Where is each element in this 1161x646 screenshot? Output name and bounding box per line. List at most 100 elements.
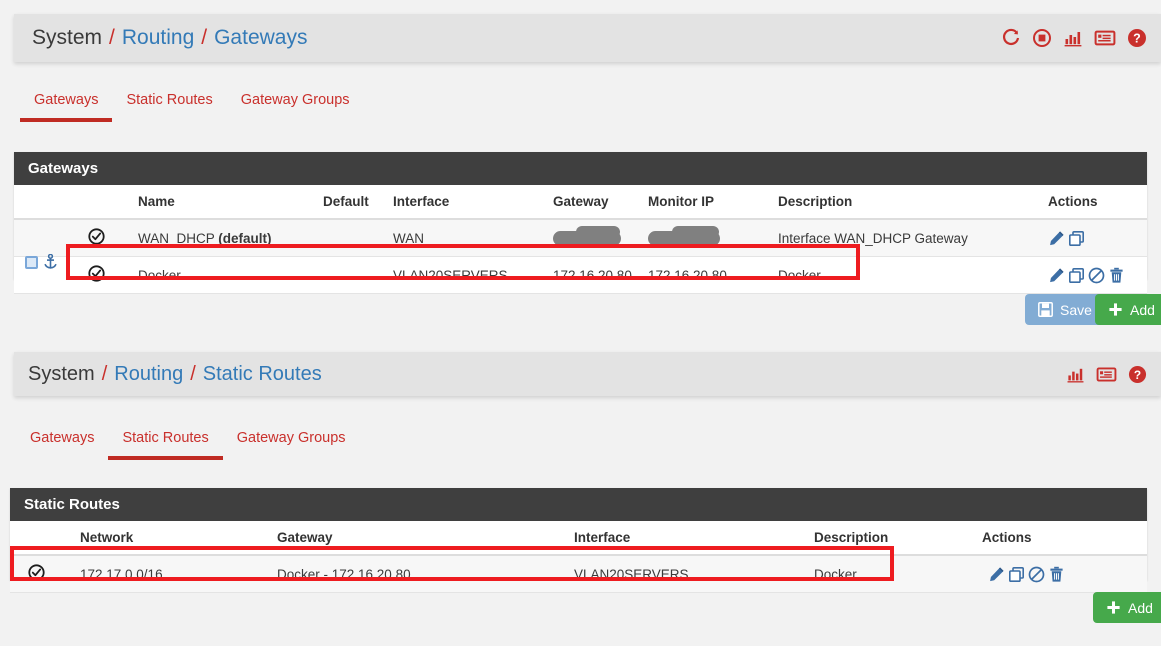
svg-text:?: ?	[1134, 367, 1141, 381]
col-actions: Actions	[978, 521, 1147, 556]
header-icon-group-gateways: ?	[1001, 28, 1147, 48]
add-button-label: Add	[1130, 301, 1155, 318]
col-default: Default	[319, 185, 389, 220]
add-static-route-button[interactable]: Add	[1093, 592, 1161, 623]
breadcrumb-separator: /	[101, 362, 108, 385]
edit-icon[interactable]	[988, 566, 1005, 583]
row-name-cell: WAN_DHCP (default)	[134, 219, 319, 257]
row-actions-cell	[978, 555, 1147, 593]
table-row[interactable]: 172.17.0.0/16 Docker - 172.16.20.80 VLAN…	[10, 555, 1147, 593]
row-action-group	[988, 566, 1143, 583]
breadcrumb-separator: /	[109, 26, 115, 49]
tab-gateway-groups[interactable]: Gateway Groups	[223, 430, 360, 460]
breadcrumb-item-static-routes[interactable]: Static Routes	[203, 363, 322, 386]
help-icon[interactable]: ?	[1128, 365, 1147, 384]
col-gutter	[14, 185, 84, 220]
col-interface: Interface	[570, 521, 810, 556]
gateways-panel: Gateways Name Default Interface Gateway …	[14, 152, 1147, 294]
breadcrumb-static-routes: System / Routing / Static Routes	[28, 363, 322, 386]
refresh-icon[interactable]	[1001, 28, 1021, 48]
col-description: Description	[810, 521, 978, 556]
copy-icon[interactable]	[1008, 566, 1025, 583]
plus-icon	[1106, 600, 1121, 615]
static-routes-panel-title: Static Routes	[10, 488, 1147, 521]
edit-icon[interactable]	[1048, 267, 1065, 284]
edit-icon[interactable]	[1048, 230, 1065, 247]
check-circle-icon	[28, 564, 45, 581]
redacted-gateway-value	[553, 225, 621, 246]
tab-gateways[interactable]: Gateways	[20, 92, 113, 122]
tab-bar-gateways: Gateways Static Routes Gateway Groups	[20, 92, 364, 122]
row-select-checkbox[interactable]	[25, 255, 38, 269]
gateway-name: WAN_DHCP	[138, 230, 215, 246]
svg-text:?: ?	[1133, 32, 1141, 46]
table-row[interactable]: WAN_DHCP (default) WAN Interface WAN_DHC…	[14, 219, 1147, 257]
tab-static-routes[interactable]: Static Routes	[112, 92, 226, 122]
row-gutter-controls	[25, 254, 58, 270]
row-description-cell: Interface WAN_DHCP Gateway	[774, 219, 1044, 257]
col-status	[10, 521, 76, 556]
disable-icon[interactable]	[1088, 267, 1105, 284]
col-actions: Actions	[1044, 185, 1147, 220]
breadcrumb-item-gateways[interactable]: Gateways	[214, 26, 307, 50]
add-button-label: Add	[1128, 599, 1153, 616]
row-monitor-ip-cell	[644, 219, 774, 257]
breadcrumb-separator: /	[201, 26, 208, 49]
col-gateway: Gateway	[549, 185, 644, 220]
add-gateway-button[interactable]: Add	[1095, 294, 1161, 325]
col-name: Name	[134, 185, 319, 220]
col-status	[84, 185, 134, 220]
row-action-group	[1048, 230, 1143, 247]
breadcrumb-item-routing[interactable]: Routing	[122, 26, 194, 50]
tab-gateways[interactable]: Gateways	[16, 430, 108, 460]
tab-static-routes[interactable]: Static Routes	[108, 430, 223, 460]
row-network-cell: 172.17.0.0/16	[76, 555, 273, 593]
row-gutter-cell	[14, 219, 84, 257]
log-icon[interactable]	[1096, 365, 1117, 384]
gateways-panel-title: Gateways	[14, 152, 1147, 185]
row-gateway-cell: 172.16.20.80	[549, 256, 644, 294]
row-status-cell	[84, 256, 134, 294]
row-status-cell	[84, 219, 134, 257]
tab-label: Gateway Groups	[236, 430, 346, 446]
row-interface-cell: VLAN20SERVERS	[389, 256, 549, 294]
row-actions-cell	[1044, 219, 1147, 257]
page-header-static-routes: System / Routing / Static Routes ?	[14, 352, 1161, 396]
static-routes-table: Network Gateway Interface Description Ac…	[10, 521, 1147, 593]
tab-gateway-groups[interactable]: Gateway Groups	[227, 92, 364, 122]
plus-icon	[1108, 302, 1123, 317]
stop-icon[interactable]	[1032, 28, 1052, 48]
disable-icon[interactable]	[1028, 566, 1045, 583]
tab-label: Static Routes	[126, 92, 213, 108]
copy-icon[interactable]	[1068, 267, 1085, 284]
delete-icon[interactable]	[1108, 267, 1125, 284]
row-gateway-cell	[549, 219, 644, 257]
check-circle-icon	[88, 265, 105, 282]
tab-bar-static-routes: Gateways Static Routes Gateway Groups	[16, 430, 360, 460]
row-description-cell: Docker	[810, 555, 978, 593]
check-circle-icon	[88, 228, 105, 245]
row-interface-cell: WAN	[389, 219, 549, 257]
log-icon[interactable]	[1094, 28, 1116, 48]
anchor-icon[interactable]	[43, 254, 58, 270]
copy-icon[interactable]	[1068, 230, 1085, 247]
static-routes-table-header-row: Network Gateway Interface Description Ac…	[10, 521, 1147, 556]
row-default-cell	[319, 219, 389, 257]
static-routes-panel: Static Routes Network Gateway Interface …	[10, 488, 1147, 593]
breadcrumb-item-system: System	[32, 26, 103, 49]
table-row[interactable]: Docker VLAN20SERVERS 172.16.20.80 172.16…	[14, 256, 1147, 294]
breadcrumb-item-routing[interactable]: Routing	[114, 363, 183, 386]
chart-icon[interactable]	[1066, 365, 1085, 384]
chart-icon[interactable]	[1063, 28, 1083, 48]
row-default-cell	[319, 256, 389, 294]
row-description-cell: Docker	[774, 256, 1044, 294]
delete-icon[interactable]	[1048, 566, 1065, 583]
help-icon[interactable]: ?	[1127, 28, 1147, 48]
row-actions-cell	[1044, 256, 1147, 294]
col-monitor-ip: Monitor IP	[644, 185, 774, 220]
floppy-icon	[1038, 302, 1053, 317]
gateways-table: Name Default Interface Gateway Monitor I…	[14, 185, 1147, 294]
breadcrumb-separator: /	[190, 362, 196, 385]
save-button[interactable]: Save	[1025, 294, 1105, 325]
tab-label: Static Routes	[122, 430, 209, 446]
